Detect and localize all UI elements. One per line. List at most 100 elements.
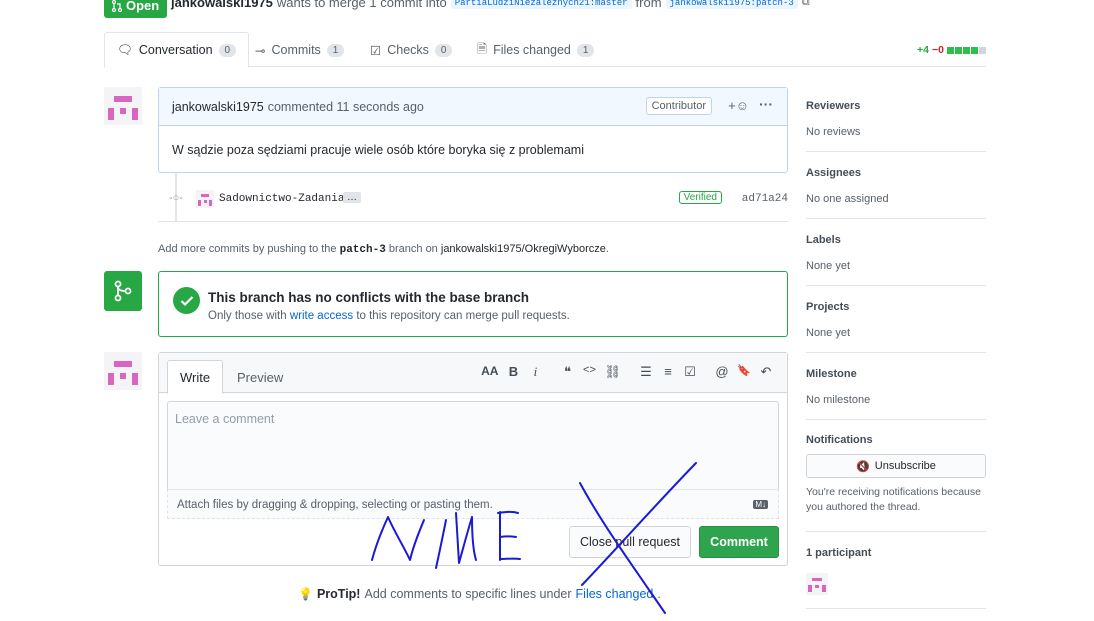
pr-tabs: 🗨 Conversation 0 ⊸ Commits 1 ☑ Checks 0 … [104,32,986,68]
sidebar-heading[interactable]: Reviewers [806,100,986,112]
pr-author[interactable]: jankowalski1975 [171,0,273,10]
merge-status-title: This branch has no conflicts with the ba… [208,290,530,305]
sidebar-value: No one assigned [806,193,889,205]
sidebar-milestone[interactable]: Milestone No milestone [806,368,986,420]
commit-icon: -○- [169,192,183,204]
quote-icon[interactable]: ❝ [560,364,574,380]
protip-label: ProTip! [316,587,361,601]
comment-author[interactable]: jankowalski1975 [172,100,264,114]
add-reaction-icon[interactable]: +☺ [728,98,749,113]
sidebar-assignees[interactable]: Assignees No one assigned [806,167,986,219]
sidebar-value: None yet [806,260,851,272]
verified-badge[interactable]: Verified [678,191,722,204]
from-text: from [635,0,662,10]
comment-header: jankowalski1975 commented 11 seconds ago… [159,88,787,126]
tab-label: Files changed [493,43,571,57]
unsubscribe-label: Unsubscribe [874,460,936,472]
push-info-suffix: . [605,243,609,255]
push-info: Add more commits by pushing to the patch… [158,243,609,256]
avatar[interactable] [806,573,828,595]
sidebar-reviewers[interactable]: Reviewers No reviews [806,100,986,152]
diffstat-block [971,46,978,54]
tab-counter: 0 [434,43,453,57]
avatar[interactable] [196,190,214,208]
sidebar-heading: 1 participant [806,547,872,559]
numbered-list-icon[interactable]: ≡ [661,364,675,380]
merge-sub-prefix: Only those with [208,310,287,322]
diffstat-block [963,46,970,54]
tab-preview[interactable]: Preview [225,360,295,394]
handwritten-scribble [371,462,697,614]
commit-sha[interactable]: ad71a24 [742,193,788,205]
sidebar-projects[interactable]: Projects None yet [806,301,986,353]
sidebar-heading[interactable]: Assignees [806,167,986,179]
tab-checks[interactable]: ☑ Checks 0 [358,32,464,68]
conversation-icon: 🗨 [117,42,133,57]
sidebar-heading: Notifications [806,434,873,446]
comment-button[interactable]: Comment [699,526,779,558]
sidebar-labels[interactable]: Labels None yet [806,234,986,286]
commit-icon: ⊸ [255,43,266,58]
expand-button[interactable]: … [343,192,361,203]
italic-icon[interactable]: i [528,364,542,380]
comment-body: W sądzie poza sędziami pracuje wiele osó… [172,143,584,157]
tab-conversation[interactable]: 🗨 Conversation 0 [104,32,250,68]
write-access-link[interactable]: write access [290,310,353,322]
tab-counter: 1 [576,43,595,57]
sidebar-heading[interactable]: Milestone [806,368,986,380]
sidebar-heading[interactable]: Labels [806,234,986,246]
bold-icon[interactable]: B [506,364,520,380]
tab-label: Checks [387,43,429,57]
divider [158,221,788,222]
copy-icon[interactable]: ⧉ [802,0,810,9]
task-list-icon[interactable]: ☑ [683,364,697,380]
code-icon[interactable]: <> [582,364,596,380]
merge-summary: jankowalski1975 wants to merge 1 commit … [171,0,810,10]
push-info-prefix: Add more commits by pushing to the [158,243,337,255]
sidebar-heading[interactable]: Projects [806,301,986,313]
bulleted-list-icon[interactable]: ☰ [639,364,653,380]
reply-icon[interactable]: ↶ [759,364,773,380]
tab-write[interactable]: Write [167,360,224,394]
tab-files-changed[interactable]: 🗎 Files changed 1 [465,32,606,68]
merge-icon [104,271,142,311]
diffstat-block [947,46,954,54]
unsubscribe-button[interactable]: 🔇 Unsubscribe [806,454,986,478]
header-text-icon[interactable]: AA [481,364,498,380]
more-options-icon[interactable]: ··· [759,96,773,112]
tab-label: Commits [271,43,321,57]
mention-icon[interactable]: @ [715,364,729,380]
merge-sub-suffix: to this repository can merge pull reques… [356,310,570,322]
bookmark-icon[interactable]: 🔖 [737,364,751,380]
pull-request-icon [112,0,122,12]
markdown-icon[interactable]: M↓ [753,500,768,509]
role-label: Contributor [645,97,712,115]
merge-status-box: This branch has no conflicts with the ba… [158,271,788,337]
comment-box: jankowalski1975 commented 11 seconds ago… [158,87,788,173]
notifications-reason: You're receiving notifications because y… [806,486,981,513]
avatar[interactable] [104,352,142,390]
state-badge: Open [104,0,168,18]
link-icon[interactable]: ⛓ [604,364,621,380]
check-icon [173,287,200,314]
deletions: −0 [932,44,944,56]
sidebar-value: No milestone [806,394,871,406]
commit-row: -○- Sadownictwo-Zadania … Verified ad71a… [158,188,788,210]
head-branch[interactable]: jankowalski1975:patch-3 [665,0,798,9]
avatar[interactable] [104,87,142,125]
additions: +4 [917,44,930,56]
comment-time[interactable]: 11 seconds ago [337,100,424,114]
push-repo[interactable]: jankowalski1975/OkregiWyborcze [441,243,606,255]
diffstat-block [955,46,962,54]
form-header: Write Preview AA B i ❝ <> ⛓ ☰ ≡ ☑ @ 🔖 ↶ [159,353,787,394]
tab-counter: 1 [326,43,345,57]
file-diff-icon: 🗎 [477,41,488,56]
tab-commits[interactable]: ⊸ Commits 1 [243,32,356,68]
commit-message[interactable]: Sadownictwo-Zadania [219,193,344,205]
base-branch[interactable]: PartiaLudziNiezaleznych21:master [450,0,632,9]
diffstat: +4 −0 [917,44,986,56]
push-info-mid: branch on [388,243,438,255]
markdown-toolbar: AA B i ❝ <> ⛓ ☰ ≡ ☑ @ 🔖 ↶ [481,364,773,380]
comment-action: commented [267,99,334,114]
mute-icon: 🔇 [856,460,870,473]
